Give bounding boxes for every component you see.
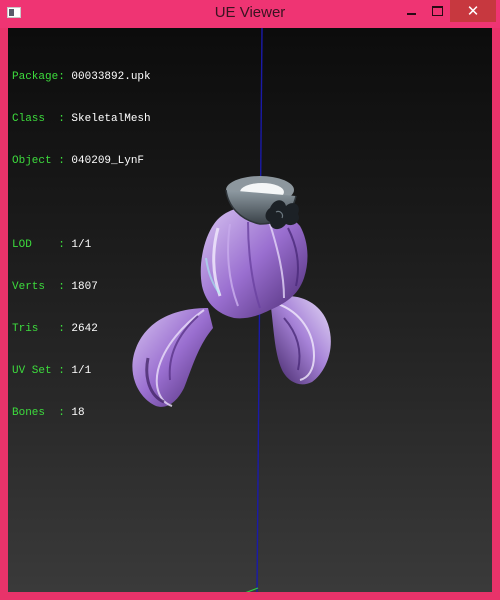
maximize-button[interactable] <box>424 0 450 22</box>
info-value: 00033892.upk <box>71 71 151 83</box>
info-row-package: Package: 00033892.upk <box>12 70 151 84</box>
info-label: Tris : <box>12 323 65 335</box>
x-axis-line <box>245 587 259 592</box>
info-label: Object : <box>12 155 65 167</box>
info-label: Class : <box>12 113 65 125</box>
info-row-class: Class : SkeletalMesh <box>12 112 151 126</box>
ue-viewer-window: UE Viewer ✕ Package: 00033892.upk Class … <box>0 0 500 600</box>
info-value: SkeletalMesh <box>71 113 151 125</box>
info-value: 18 <box>71 407 85 419</box>
info-spacer <box>12 196 151 210</box>
title-bar[interactable]: UE Viewer ✕ <box>0 0 500 28</box>
info-row-lod: LOD : 1/1 <box>12 238 151 252</box>
info-value: 1/1 <box>71 365 92 377</box>
close-icon: ✕ <box>466 2 480 20</box>
info-value: 040209_LynF <box>71 155 145 167</box>
info-row-object: Object : 040209_LynF <box>12 154 151 168</box>
info-label: LOD : <box>12 239 65 251</box>
minimize-icon <box>406 13 416 15</box>
info-value: 2642 <box>71 323 98 335</box>
info-row-bones: Bones : 18 <box>12 406 151 420</box>
info-label: Verts : <box>12 281 65 293</box>
close-button[interactable]: ✕ <box>450 0 496 22</box>
hair-mesh <box>132 176 331 407</box>
mesh-info-panel: Package: 00033892.upk Class : SkeletalMe… <box>12 42 151 448</box>
3d-viewport[interactable]: Package: 00033892.upk Class : SkeletalMe… <box>8 28 492 592</box>
info-row-uv-set: UV Set : 1/1 <box>12 364 151 378</box>
info-value: 1807 <box>71 281 98 293</box>
info-row-verts: Verts : 1807 <box>12 280 151 294</box>
maximize-icon <box>431 6 443 16</box>
info-label: Package: <box>12 71 65 83</box>
info-label: Bones : <box>12 407 65 419</box>
minimize-button[interactable] <box>398 0 424 22</box>
info-label: UV Set : <box>12 365 65 377</box>
info-value: 1/1 <box>71 239 92 251</box>
info-row-tris: Tris : 2642 <box>12 322 151 336</box>
